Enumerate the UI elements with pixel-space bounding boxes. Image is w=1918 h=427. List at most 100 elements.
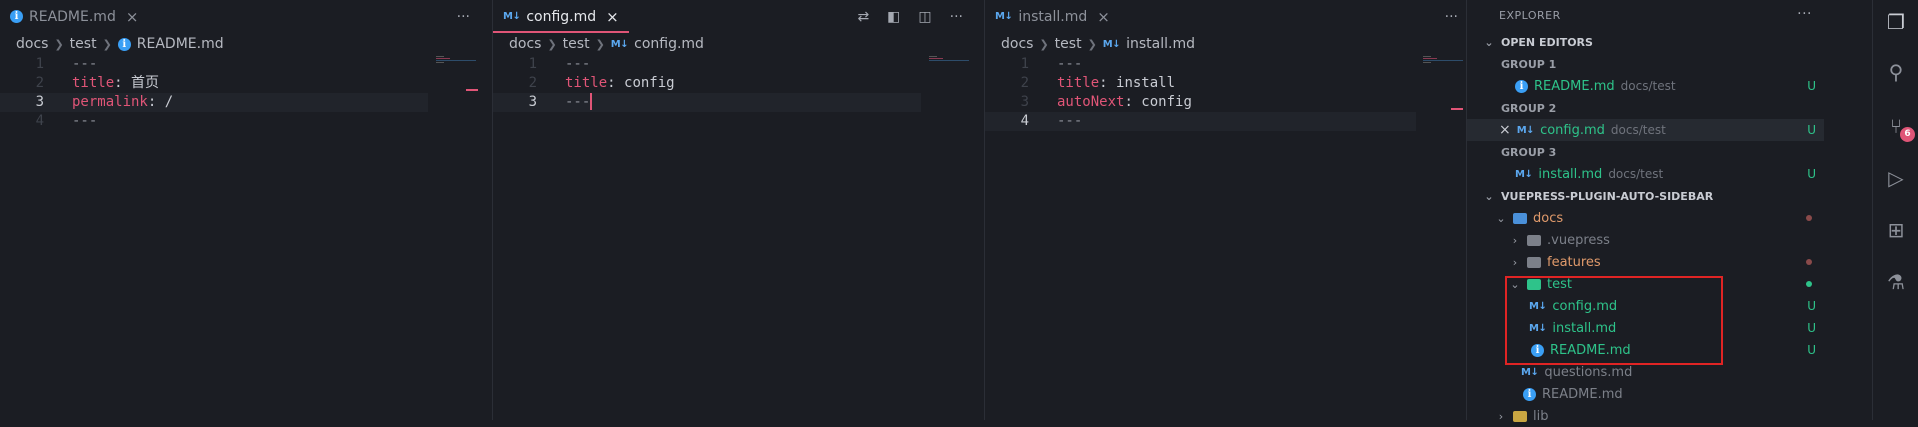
open-editor-item[interactable]: i README.md docs/test U [1467, 75, 1872, 97]
breadcrumb: docs ❯ test ❯ i README.md [0, 33, 478, 55]
code-line: 2 title: 首页 [0, 74, 478, 93]
tree-folder-vuepress[interactable]: › .vuepress [1467, 229, 1872, 251]
more-actions-icon[interactable]: ··· [950, 9, 963, 25]
breadcrumb: docs ❯ test ❯ M↓ install.md [985, 33, 1466, 55]
search-icon[interactable]: ⚲ [1886, 62, 1906, 82]
file-path: docs/test [1620, 79, 1676, 93]
breadcrumb-item[interactable]: docs [1001, 36, 1033, 52]
code-text: --- [565, 94, 591, 110]
chevron-right-icon: › [1512, 233, 1518, 247]
more-actions-icon[interactable]: ··· [1797, 6, 1812, 22]
tab-label: install.md [1018, 8, 1088, 25]
yaml-key: title [1057, 75, 1100, 91]
more-actions-icon[interactable]: ··· [1445, 9, 1458, 25]
file-path: docs/test [1610, 123, 1666, 137]
files-icon[interactable]: ❐ [1886, 12, 1906, 32]
more-actions-icon[interactable]: ··· [457, 9, 470, 25]
yaml-value: : / [147, 94, 174, 110]
code-line: 1 --- [0, 55, 478, 74]
breadcrumb-item[interactable]: config.md [634, 36, 704, 52]
tree-folder-features[interactable]: › features [1467, 251, 1872, 273]
status-badge: U [1807, 343, 1816, 357]
code-line-current: 3 --- [493, 93, 921, 112]
compare-changes-icon[interactable]: ⇄ [857, 9, 869, 25]
status-badge: U [1807, 299, 1816, 313]
tab-install[interactable]: M↓ install.md × [985, 0, 1120, 33]
line-number: 4 [1020, 113, 1029, 129]
yaml-key: permalink [72, 94, 148, 110]
close-icon[interactable]: × [1097, 8, 1110, 26]
minimap[interactable] [1423, 56, 1463, 66]
chevron-down-icon: ⌄ [1496, 211, 1506, 225]
tree-file[interactable]: i README.md [1467, 383, 1872, 405]
minimap[interactable] [436, 56, 476, 66]
modified-dot-icon [1806, 215, 1812, 221]
run-debug-icon[interactable]: ▷ [1886, 168, 1906, 188]
code-editor[interactable]: 1 --- 2 title: install 3 autoNext: config 4… [985, 55, 1466, 131]
code-text: --- [72, 113, 98, 129]
tab-readme[interactable]: i README.md × [0, 0, 148, 33]
preview-icon[interactable]: ◧ [887, 9, 900, 25]
file-name: questions.md [1544, 364, 1633, 380]
workspace-section[interactable]: ⌄ VUEPRESS-PLUGIN-AUTO-SIDEBAR [1467, 185, 1872, 207]
yaml-value: : config [1124, 94, 1192, 110]
info-icon: i [10, 10, 23, 23]
tab-bar: M↓ install.md × ··· [985, 0, 1466, 33]
info-icon: i [117, 37, 131, 51]
breadcrumb-item[interactable]: test [563, 36, 590, 52]
folder-icon [1527, 256, 1541, 268]
folder-name: docs [1533, 210, 1564, 226]
tab-config[interactable]: M↓ config.md × [493, 0, 629, 33]
markdown-icon: M↓ [610, 38, 629, 50]
breadcrumb-item[interactable]: install.md [1126, 36, 1195, 52]
highlight-box [1505, 276, 1723, 365]
code-text: --- [1057, 113, 1083, 129]
chevron-right-icon: ❯ [547, 37, 557, 51]
breadcrumb-item[interactable]: docs [16, 36, 48, 52]
split-editor-icon[interactable]: ◫ [918, 9, 931, 25]
line-number: 2 [35, 75, 44, 91]
scrollbar-marker [984, 89, 985, 91]
scrollbar-marker [1451, 108, 1463, 110]
open-editor-item[interactable]: M↓ install.md docs/test U [1467, 163, 1872, 185]
activity-bar: ❐ ⚲ ⑂ 6 ▷ ⊞ ⚗ [1872, 0, 1918, 420]
code-editor[interactable]: 1 --- 2 title: config 3 --- [493, 55, 971, 112]
scrollbar-marker [492, 89, 493, 91]
chevron-right-icon: ❯ [1039, 37, 1049, 51]
code-line-current: 3 permalink: / [0, 93, 428, 112]
untracked-dot-icon [1806, 281, 1812, 287]
extensions-icon[interactable]: ⊞ [1886, 220, 1906, 240]
folder-icon [1527, 234, 1541, 246]
close-icon[interactable]: × [606, 8, 619, 26]
testing-icon[interactable]: ⚗ [1886, 272, 1906, 292]
code-line: 1 --- [493, 55, 971, 74]
explorer-header: EXPLORER ··· [1467, 0, 1872, 31]
markdown-icon: M↓ [1521, 366, 1539, 378]
editor-group-3: M↓ install.md × ··· docs ❯ test ❯ M↓ ins… [984, 0, 1466, 420]
modified-dot-icon [1806, 259, 1812, 265]
close-icon[interactable]: × [1499, 122, 1511, 138]
section-label: VUEPRESS-PLUGIN-AUTO-SIDEBAR [1501, 189, 1714, 203]
file-name: README.md [1542, 386, 1623, 402]
breadcrumb-item[interactable]: test [1055, 36, 1082, 52]
line-number: 4 [35, 113, 44, 129]
open-editors-section[interactable]: ⌄ OPEN EDITORS [1467, 31, 1872, 53]
markdown-icon: M↓ [503, 11, 521, 22]
markdown-icon: M↓ [1102, 38, 1121, 50]
breadcrumb-item[interactable]: docs [509, 36, 541, 52]
editor-actions: ··· [1445, 0, 1458, 33]
code-text: --- [72, 56, 98, 72]
code-editor[interactable]: 1 --- 2 title: 首页 3 permalink: / 4 --- [0, 55, 478, 131]
tab-label: README.md [29, 8, 116, 25]
tree-folder-lib[interactable]: › lib [1467, 405, 1872, 427]
code-line: 1 --- [985, 55, 1466, 74]
code-line: 2 title: config [493, 74, 971, 93]
open-editor-item[interactable]: × M↓ config.md docs/test U [1467, 119, 1824, 141]
info-icon: i [1523, 387, 1536, 401]
close-icon[interactable]: × [126, 8, 139, 26]
minimap[interactable] [929, 56, 969, 66]
breadcrumb-item[interactable]: README.md [137, 36, 224, 52]
breadcrumb-item[interactable]: test [70, 36, 97, 52]
file-path: docs/test [1608, 167, 1664, 181]
tree-folder-docs[interactable]: ⌄ docs [1467, 207, 1872, 229]
